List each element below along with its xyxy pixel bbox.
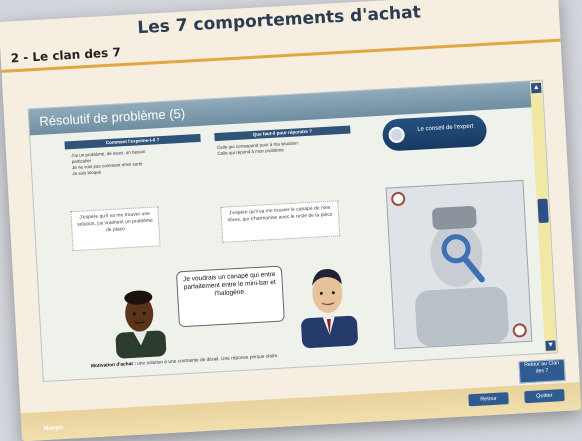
footer-logo: Mango — [43, 425, 63, 433]
footer-bar: Mango Retour Quitter — [20, 382, 582, 441]
expert-advice-button[interactable]: Le conseil de l'expert — [381, 113, 488, 152]
expert-illustration — [386, 180, 532, 349]
app-title: Les 7 comportements d'achat — [136, 2, 422, 39]
return-to-clan-button[interactable]: Retour au Clan des 7 — [518, 358, 566, 384]
app-window: Les 7 comportements d'achat 2 - Le clan … — [0, 0, 582, 441]
speech-bubble: Je voudrais un canapé qui entre parfaite… — [175, 265, 285, 328]
expert-photo — [385, 179, 533, 350]
thought-bubble-right: J'espère qu'il va me trouver le canapé d… — [220, 200, 341, 243]
content-panel: Résolutif de problème (5) ▲ ▼ Comment l'… — [27, 79, 559, 383]
caption-label: Motivation d'achat : — [90, 361, 137, 370]
salesman-illustration — [301, 269, 358, 349]
back-button[interactable]: Retour — [468, 392, 509, 407]
scroll-down-arrow-icon[interactable]: ▼ — [545, 340, 556, 351]
table-cell-how: J'ai un problème, de souci, un besoin pa… — [71, 146, 200, 177]
play-icon — [388, 126, 406, 144]
scroll-up-arrow-icon[interactable]: ▲ — [530, 82, 542, 94]
table-cell-need: Celle qui correspond pour à ma situation… — [217, 138, 347, 157]
scroll-thumb[interactable] — [537, 198, 549, 224]
section-title: 2 - Le clan des 7 — [10, 45, 122, 66]
quit-button[interactable]: Quitter — [524, 388, 565, 404]
customer-illustration — [115, 290, 167, 359]
scrollbar[interactable]: ▲ ▼ — [529, 80, 558, 353]
expert-advice-label: Le conseil de l'expert — [417, 123, 474, 133]
behavior-table: Comment l'exprime-t-il ? Que faut-il pou… — [64, 125, 357, 199]
thought-bubble-left: J'espère qu'il va me trouver une solutio… — [70, 206, 161, 252]
